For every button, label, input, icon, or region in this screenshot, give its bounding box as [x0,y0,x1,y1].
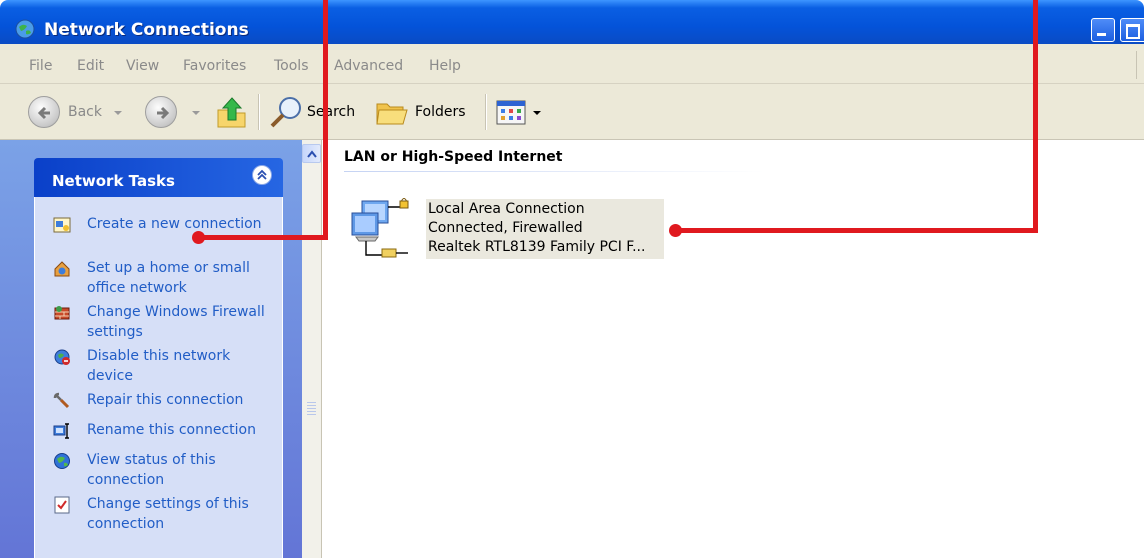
task-label[interactable]: Rename this connection [87,421,273,441]
group-header: LAN or High-Speed Internet [344,149,563,165]
toolbar: Back Search Folders [0,84,1144,140]
callout-dot-left [192,231,205,244]
task-pane: Network Tasks Create a new connection Se… [0,140,302,558]
window-title: Network Connections [44,20,249,40]
menu-tools[interactable]: Tools [274,58,309,74]
menu-edit[interactable]: Edit [77,58,104,74]
network-tasks-list: Create a new connection Set up a home or… [34,197,283,558]
disable-device-icon [54,349,70,365]
menubar-divider [1136,51,1137,79]
callout-line-left-horizontal [198,235,328,240]
connection-device: Realtek RTL8139 Family PCI F... [428,239,646,255]
task-label[interactable]: View status of this connection [87,451,273,490]
menu-bar: File Edit View Favorites Tools Advanced … [0,44,1144,84]
title-bar: Network Connections [0,0,1144,44]
minimize-button[interactable] [1091,18,1115,42]
rename-icon [53,423,69,439]
back-button[interactable] [28,96,60,128]
menu-file[interactable]: File [29,58,52,74]
settings-icon [54,496,70,514]
up-folder-icon[interactable] [215,94,249,130]
status-icon [54,453,70,469]
menu-view[interactable]: View [126,58,159,74]
back-label[interactable]: Back [68,104,102,120]
forward-arrow-icon [157,106,170,120]
callout-line-left-vertical [323,0,328,240]
task-label[interactable]: Change Windows Firewall settings [87,303,273,342]
menu-advanced[interactable]: Advanced [334,58,403,74]
task-label[interactable]: Disable this network device [87,347,273,386]
network-tasks-title: Network Tasks [52,172,175,190]
callout-line-right-horizontal [676,228,1038,233]
task-label[interactable]: Repair this connection [87,391,273,411]
toolbar-separator [485,94,487,130]
group-divider [344,171,764,172]
menu-favorites[interactable]: Favorites [183,58,246,74]
toolbar-separator [258,94,260,130]
new-connection-icon [53,217,71,233]
connection-details: Local Area Connection Connected, Firewal… [426,199,664,259]
back-arrow-icon [37,106,50,120]
forward-dropdown-icon[interactable] [192,111,200,115]
task-label[interactable]: Set up a home or small office network [87,259,273,298]
callout-line-right-vertical [1033,0,1038,233]
connection-status: Connected, Firewalled [428,220,583,236]
firewall-icon [54,306,70,320]
search-button[interactable]: Search [307,104,355,120]
views-icon[interactable] [496,100,528,126]
views-dropdown-icon[interactable] [533,111,541,115]
collapse-button[interactable] [252,165,272,185]
menu-help[interactable]: Help [429,58,461,74]
scroll-grip[interactable] [307,402,316,416]
folders-icon[interactable] [373,94,413,130]
network-tasks-header[interactable]: Network Tasks [34,158,283,197]
back-dropdown-icon[interactable] [114,111,122,115]
task-label[interactable]: Change settings of this connection [87,495,273,534]
search-icon[interactable] [266,94,306,130]
network-connections-app-icon [15,19,35,39]
folders-button[interactable]: Folders [415,104,466,120]
home-network-icon [54,261,70,277]
scroll-up-button[interactable] [302,144,321,163]
maximize-button[interactable] [1120,18,1144,42]
chevron-up-icon [307,150,317,158]
connection-name: Local Area Connection [428,201,585,217]
repair-icon [53,392,70,409]
connections-list: LAN or High-Speed Internet Local Area Co… [322,140,1144,558]
forward-button[interactable] [145,96,177,128]
task-label[interactable]: Create a new connection [87,215,273,235]
chevron-up-icon [257,169,267,180]
callout-dot-right [669,224,682,237]
local-area-connection[interactable]: Local Area Connection Connected, Firewal… [348,195,668,265]
lan-connection-icon [351,198,409,258]
task-pane-scrollbar[interactable] [302,140,322,558]
